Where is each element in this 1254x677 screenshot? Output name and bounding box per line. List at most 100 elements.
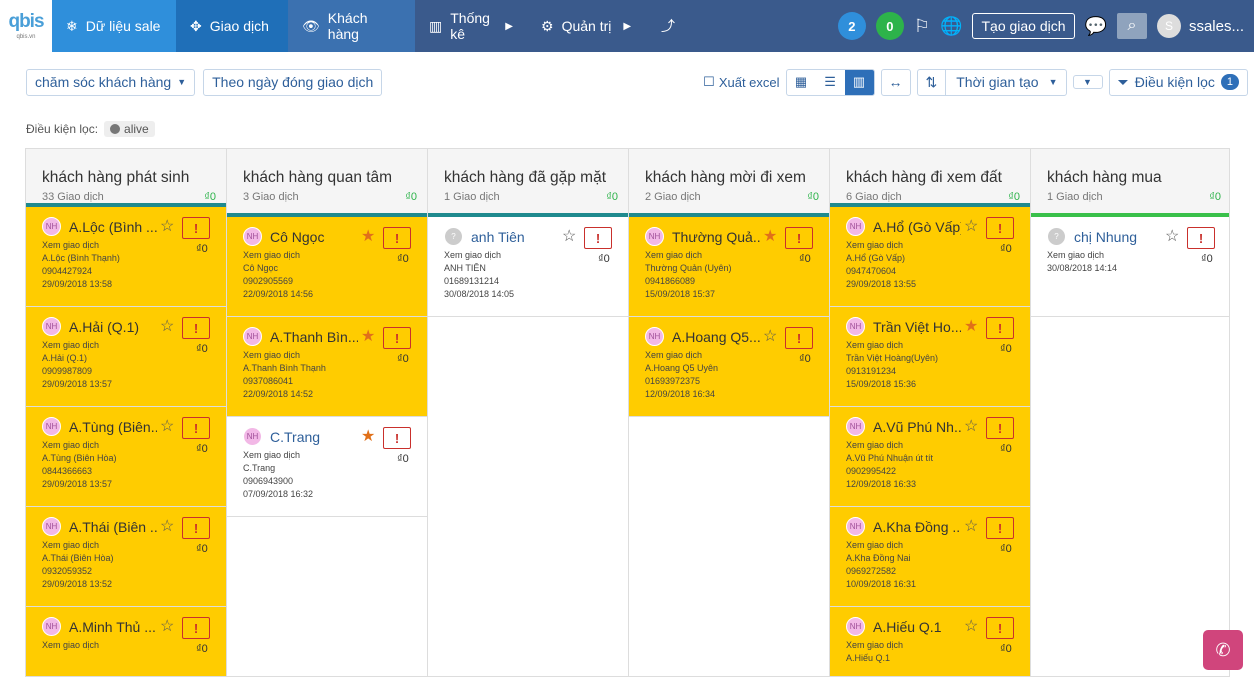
star-icon[interactable]: ★ bbox=[361, 226, 375, 246]
bookmark-icon[interactable]: ⚐ bbox=[914, 16, 930, 37]
deal-card[interactable]: NH C.Trang Xem giao dịch C.Trang 0906943900 0… bbox=[227, 417, 427, 517]
alert-icon[interactable]: ! bbox=[986, 517, 1014, 539]
create-deal-button[interactable]: Tạo giao dịch bbox=[972, 13, 1075, 39]
deal-name[interactable]: A.Lộc (Bình ... bbox=[69, 219, 157, 235]
alert-icon[interactable]: ! bbox=[182, 417, 210, 439]
deal-name[interactable]: C.Trang bbox=[270, 429, 358, 445]
deal-card[interactable]: NH A.Hổ (Gò Vấp) Xem giao dịch A.Hổ (Gò Vấp… bbox=[830, 207, 1030, 307]
deal-activity[interactable]: Xem giao dịch bbox=[243, 249, 411, 262]
deal-card[interactable]: NH A.Thái (Biên ... Xem giao dịch A.Thái (B… bbox=[26, 507, 226, 607]
star-icon[interactable]: ☆ bbox=[964, 616, 978, 636]
star-icon[interactable]: ☆ bbox=[562, 226, 576, 246]
deal-name[interactable]: A.Hiếu Q.1 bbox=[873, 619, 961, 635]
sort-select[interactable]: ⇅ Thời gian tạo ▼ bbox=[916, 68, 1067, 96]
list-view-icon[interactable]: ☰ bbox=[816, 70, 845, 95]
deal-card[interactable]: ? chị Nhung Xem giao dịch 30/08/2018 14:14 ☆… bbox=[1031, 217, 1229, 317]
deal-card[interactable]: NH Thường Quả... Xem giao dịch Thường Quản … bbox=[629, 217, 829, 317]
deal-activity[interactable]: Xem giao dịch bbox=[42, 339, 210, 352]
user-menu[interactable]: S ssales... bbox=[1156, 14, 1244, 38]
star-icon[interactable]: ☆ bbox=[160, 216, 174, 236]
deal-name[interactable]: A.Kha Đồng ... bbox=[873, 519, 961, 535]
deal-activity[interactable]: Xem giao dịch bbox=[846, 339, 1014, 352]
deal-activity[interactable]: Xem giao dịch bbox=[243, 349, 411, 362]
star-icon[interactable]: ☆ bbox=[964, 416, 978, 436]
task-badge[interactable]: 0 bbox=[875, 12, 904, 40]
star-icon[interactable]: ☆ bbox=[964, 516, 978, 536]
deal-card[interactable]: NH A.Hiếu Q.1 Xem giao dịch A.Hiếu Q.1 ☆! ₫0 bbox=[830, 607, 1030, 676]
deal-card[interactable]: NH A.Hoang Q5... Xem giao dịch A.Hoang Q5 U… bbox=[629, 317, 829, 417]
filter-tag[interactable]: alive bbox=[104, 121, 155, 137]
alert-icon[interactable]: ! bbox=[182, 217, 210, 239]
chat-icon[interactable]: 💬 bbox=[1085, 16, 1107, 37]
star-icon[interactable]: ☆ bbox=[160, 516, 174, 536]
nav-quan-tri[interactable]: ⚙ Quản trị ▶ bbox=[527, 0, 647, 52]
nav-giao-dich[interactable]: ✥ Giao dịch bbox=[176, 0, 288, 52]
nav-khach-hang[interactable]: 👁 Khách hàng bbox=[288, 0, 415, 52]
nav-thong-ke[interactable]: ▥ Thống kê ▶ bbox=[415, 0, 527, 52]
deal-name[interactable]: A.Thanh Bìn... bbox=[270, 329, 358, 345]
deal-activity[interactable]: Xem giao dịch bbox=[42, 539, 210, 552]
alert-icon[interactable]: ! bbox=[182, 517, 210, 539]
kanban-view-icon[interactable]: ▥ bbox=[844, 69, 874, 95]
deal-card[interactable]: NH Cô Ngọc Xem giao dịch Cô Ngọc 0902905569 2… bbox=[227, 217, 427, 317]
deal-card[interactable]: NH A.Minh Thủ ... Xem giao dịch ☆! ₫0 bbox=[26, 607, 226, 676]
more-dropdown[interactable]: ▼ bbox=[1072, 75, 1103, 89]
alert-icon[interactable]: ! bbox=[182, 617, 210, 639]
table-view-icon[interactable]: ▦ bbox=[787, 70, 816, 95]
alert-icon[interactable]: ! bbox=[1187, 227, 1215, 249]
star-icon[interactable]: ☆ bbox=[1165, 226, 1179, 246]
condition-filter-button[interactable]: ⏷ Điều kiện lọc 1 bbox=[1108, 68, 1248, 96]
deal-activity[interactable]: Xem giao dịch bbox=[1047, 249, 1215, 262]
deal-card[interactable]: NH A.Thanh Bìn... Xem giao dịch A.Thanh Bìn… bbox=[227, 317, 427, 417]
deal-name[interactable]: A.Hoang Q5... bbox=[672, 329, 760, 345]
alert-icon[interactable]: ! bbox=[383, 227, 411, 249]
deal-card[interactable]: NH A.Tùng (Biên... Xem giao dịch A.Tùng (Bi… bbox=[26, 407, 226, 507]
search-button[interactable]: ⌕ bbox=[1116, 13, 1147, 39]
alert-icon[interactable]: ! bbox=[986, 317, 1014, 339]
globe-icon[interactable]: 🌐 bbox=[940, 16, 962, 37]
deal-activity[interactable]: Xem giao dịch bbox=[42, 639, 210, 652]
alert-icon[interactable]: ! bbox=[383, 327, 411, 349]
alert-icon[interactable]: ! bbox=[785, 327, 813, 349]
star-icon[interactable]: ★ bbox=[361, 426, 375, 446]
pipeline-select[interactable]: chăm sóc khách hàng ▼ bbox=[26, 68, 196, 96]
export-excel-link[interactable]: ☐ Xuất excel bbox=[703, 74, 779, 90]
alert-icon[interactable]: ! bbox=[986, 217, 1014, 239]
alert-icon[interactable]: ! bbox=[383, 427, 411, 449]
star-icon[interactable]: ☆ bbox=[964, 216, 978, 236]
deal-card[interactable]: NH A.Kha Đồng ... Xem giao dịch A.Kha Đồng … bbox=[830, 507, 1030, 607]
star-icon[interactable]: ★ bbox=[361, 326, 375, 346]
deal-card[interactable]: NH Trần Việt Ho... Xem giao dịch Trần Việt … bbox=[830, 307, 1030, 407]
star-icon[interactable]: ★ bbox=[964, 316, 978, 336]
deal-activity[interactable]: Xem giao dịch bbox=[42, 239, 210, 252]
star-icon[interactable]: ☆ bbox=[763, 326, 777, 346]
date-filter-button[interactable]: Theo ngày đóng giao dịch bbox=[203, 68, 383, 96]
phone-call-button[interactable]: ✆ bbox=[1203, 630, 1243, 670]
deal-name[interactable]: A.Vũ Phú Nh... bbox=[873, 419, 961, 435]
deal-name[interactable]: A.Minh Thủ ... bbox=[69, 619, 157, 635]
deal-activity[interactable]: Xem giao dịch bbox=[42, 439, 210, 452]
deal-card[interactable]: NH A.Lộc (Bình ... Xem giao dịch A.Lộc (Bìn… bbox=[26, 207, 226, 307]
alert-icon[interactable]: ! bbox=[986, 617, 1014, 639]
deal-activity[interactable]: Xem giao dịch bbox=[846, 639, 1014, 652]
logo[interactable]: qbis qbis.vn bbox=[0, 0, 52, 52]
alert-icon[interactable]: ! bbox=[986, 417, 1014, 439]
alert-icon[interactable]: ! bbox=[785, 227, 813, 249]
star-icon[interactable]: ☆ bbox=[160, 416, 174, 436]
alert-icon[interactable]: ! bbox=[584, 227, 612, 249]
deal-name[interactable]: chị Nhung bbox=[1074, 229, 1162, 245]
deal-name[interactable]: Thường Quả... bbox=[672, 229, 760, 245]
deal-activity[interactable]: Xem giao dịch bbox=[444, 249, 612, 262]
deal-name[interactable]: A.Hải (Q.1) bbox=[69, 319, 157, 335]
deal-activity[interactable]: Xem giao dịch bbox=[645, 349, 813, 362]
deal-card[interactable]: NH A.Hải (Q.1) Xem giao dịch A.Hải (Q.1) 090… bbox=[26, 307, 226, 407]
nav-stats-user[interactable]: ⤴ bbox=[647, 0, 689, 52]
deal-activity[interactable]: Xem giao dịch bbox=[846, 239, 1014, 252]
star-icon[interactable]: ☆ bbox=[160, 616, 174, 636]
deal-activity[interactable]: Xem giao dịch bbox=[243, 449, 411, 462]
deal-card[interactable]: NH A.Vũ Phú Nh... Xem giao dịch A.Vũ Phú Nh… bbox=[830, 407, 1030, 507]
nav-du-lieu-sale[interactable]: ❄ Dữ liệu sale bbox=[52, 0, 176, 52]
deal-name[interactable]: Cô Ngọc bbox=[270, 229, 358, 245]
deal-name[interactable]: A.Thái (Biên ... bbox=[69, 519, 157, 535]
notification-badge[interactable]: 2 bbox=[837, 12, 866, 40]
